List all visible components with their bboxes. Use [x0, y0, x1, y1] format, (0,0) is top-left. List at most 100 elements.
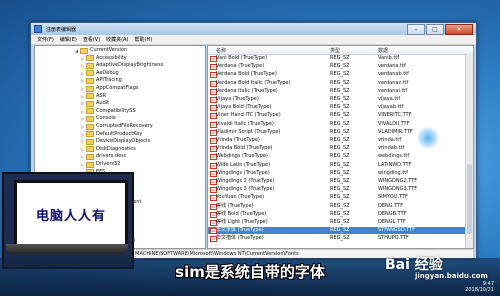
tree-item[interactable]: ▷ AdaptiveDisplayBrightness — [81, 62, 163, 69]
value-row[interactable]: ab Verdana Italic (TrueType) REG_SZ verdana… — [208, 88, 465, 95]
value-data: WINGDNG2.TTF — [378, 178, 418, 184]
folder-icon — [86, 62, 94, 69]
tree-item[interactable]: ▷ AeDebug — [81, 70, 119, 77]
tree-expander-icon[interactable]: ▷ — [81, 146, 85, 153]
tree-item-label: drivers.desc — [96, 153, 127, 160]
tree-expander-icon[interactable]: ▷ — [81, 108, 85, 115]
clock-date: 2018/10/21 — [465, 287, 494, 293]
tree-item[interactable]: ▷ Drivers32 — [81, 161, 120, 168]
value-type: REG_SZ — [330, 202, 350, 209]
folder-icon — [86, 108, 94, 115]
tree-expander-icon[interactable]: ◢ — [75, 47, 79, 54]
value-data: vijaya.ttf — [378, 96, 401, 102]
tree-item[interactable]: ▷ ASR — [81, 93, 106, 100]
watermark-domain: jingyan.baidu.com — [415, 272, 488, 280]
folder-icon — [86, 138, 94, 145]
folder-icon — [86, 161, 94, 168]
tree-expander-icon[interactable]: ▷ — [81, 55, 85, 62]
value-name: Wide Latin (TrueType) — [216, 161, 271, 168]
title-bar[interactable]: 注册表编辑器 – □ × — [31, 23, 476, 35]
minimize-button[interactable]: – — [407, 24, 425, 35]
tree-expander-icon[interactable]: ▷ — [81, 161, 85, 168]
value-row[interactable]: ab YouYuan (TrueType) REG_SZ SIMYOU.TTF — [208, 194, 465, 202]
value-row[interactable]: ab 华文楷体 (TrueType) REG_SZ STHUPO.TTF — [208, 235, 465, 243]
vertical-scrollbar[interactable] — [465, 54, 473, 248]
value-name: Vijaya Bold (TrueType) — [216, 104, 272, 111]
tree-item[interactable]: ▷ drivers.desc — [81, 153, 127, 160]
header-type[interactable]: 类型 — [330, 47, 340, 54]
value-type: REG_SZ — [330, 96, 350, 102]
tree-item[interactable]: ▷ CorruptedFileRecovery — [81, 123, 153, 130]
value-name: Viner Hand ITC (TrueType) — [216, 112, 281, 119]
scrollbar-thumb[interactable] — [467, 164, 472, 234]
value-data: STFANGSO.TTF — [378, 227, 416, 234]
value-row[interactable]: ab 等线 (TrueType) REG_SZ DENG.TTF — [208, 203, 465, 210]
value-row[interactable]: ab Vani Bold (TrueType) REG_SZ Vanib.ttf — [208, 55, 465, 62]
cursor-highlight — [417, 127, 439, 149]
value-data: vijayab.ttf — [378, 104, 404, 111]
maximize-button[interactable]: □ — [426, 24, 444, 35]
value-row[interactable]: ab Verdana Bold Italic (TrueType) REG_SZ ve… — [208, 80, 465, 87]
value-type: REG_SZ — [330, 169, 350, 176]
menu-file[interactable]: 文件(F) — [37, 36, 54, 43]
tree-item[interactable]: ▷ APITracing — [81, 77, 122, 84]
value-row[interactable]: ab Wingdings (TrueType) REG_SZ wingding.ttf — [208, 170, 465, 177]
folder-icon — [86, 100, 94, 107]
tree-expander-icon[interactable]: ▷ — [81, 115, 85, 122]
value-row[interactable]: ab Wide Latin (TrueType) REG_SZ LATINWD.TTF — [208, 162, 465, 169]
tree-item-label: AppCompatFlags — [96, 85, 139, 91]
menu-help[interactable]: 帮助(H) — [135, 36, 153, 43]
value-row[interactable]: ab Verdana Bold (TrueType) REG_SZ verdanab.… — [208, 71, 465, 79]
tree-expander-icon[interactable]: ▷ — [81, 153, 85, 160]
tree-expander-icon[interactable]: ▷ — [81, 100, 85, 107]
value-row[interactable]: ab Wingdings 3 (TrueType) REG_SZ WINGDNG3.T… — [208, 186, 465, 194]
tree-expander-icon[interactable]: ▷ — [81, 138, 85, 145]
close-button[interactable]: × — [445, 24, 473, 35]
tree-item-label: DefaultProductKey — [96, 130, 143, 137]
value-row[interactable]: ab Wingdings 2 (TrueType) REG_SZ WINGDNG2.T… — [208, 178, 465, 185]
tree-item-label: Drivers32 — [96, 161, 121, 167]
value-row[interactable]: ab 华文宋体 (TrueType) REG_SZ STFANGSO.TTF — [208, 227, 465, 235]
value-row[interactable]: ab Verdana (TrueType) REG_SZ verdana.ttf — [208, 63, 465, 71]
tree-item[interactable]: ▷ DeviceDisplayObjects — [81, 138, 150, 145]
tree-expander-icon[interactable]: ▷ — [81, 77, 85, 84]
tree-expander-icon[interactable]: ▷ — [81, 131, 85, 138]
tree-item[interactable]: ▷ AppCompatFlags — [81, 85, 139, 92]
value-name: Vivaldi Italic (TrueType) — [216, 120, 274, 127]
tree-item[interactable]: ◢ CurrentVersion — [75, 47, 127, 54]
value-name: Verdana Bold (TrueType) — [216, 71, 277, 78]
tree-expander-icon[interactable]: ▷ — [81, 85, 85, 92]
tree-item[interactable]: ▷ CompatibilitySS — [81, 108, 136, 115]
tree-expander-icon[interactable]: ▷ — [81, 123, 85, 130]
system-clock[interactable]: 9:47 2018/10/21 — [465, 281, 494, 293]
tree-item[interactable]: ▷ DiskDiagnostics — [81, 146, 136, 153]
value-row[interactable]: ab 等线 Light (TrueType) REG_SZ DENGL.TTF — [208, 219, 465, 226]
value-name: Vrinda Bold (TrueType) — [216, 145, 273, 152]
value-row[interactable]: ab Webdings (TrueType) REG_SZ webdings.ttf — [208, 153, 465, 161]
menu-favorites[interactable]: 收藏夹(A) — [106, 36, 128, 43]
tree-expander-icon[interactable]: ▷ — [81, 70, 85, 77]
value-row[interactable]: ab Vijaya Bold (TrueType) REG_SZ vijayab.tt… — [208, 104, 465, 112]
value-type: REG_SZ — [330, 137, 350, 143]
tree-item[interactable]: ▷ Console — [81, 115, 116, 122]
value-type: REG_SZ — [330, 128, 350, 135]
value-data: vrindab.ttf — [378, 145, 405, 152]
tree-expander-icon[interactable]: ▷ — [81, 62, 85, 69]
value-type: REG_SZ — [330, 219, 350, 225]
header-data[interactable]: 数据 — [378, 47, 388, 54]
value-row[interactable]: ab 等线 Bold (TrueType) REG_SZ DENGB.TTF — [208, 211, 465, 218]
tree-item[interactable]: ▷ Accessibility — [81, 55, 127, 62]
value-name: Verdana (TrueType) — [216, 63, 265, 70]
value-row[interactable]: ab Vijaya (TrueType) REG_SZ vijaya.ttf — [208, 96, 465, 103]
menu-edit[interactable]: 编辑(E) — [60, 36, 77, 43]
tree-item-label: Audit — [96, 100, 110, 107]
value-name: 华文楷体 (TrueType) — [216, 235, 264, 242]
tree-item[interactable]: ▷ Audit — [81, 100, 109, 107]
tree-item[interactable]: ▷ DefaultProductKey — [81, 131, 142, 138]
value-name: Verdana Bold Italic (TrueType) — [216, 79, 291, 86]
value-row[interactable]: ab Viner Hand ITC (TrueType) REG_SZ VINERIT… — [208, 112, 465, 120]
tree-expander-icon[interactable]: ▷ — [81, 93, 85, 100]
menu-view[interactable]: 查看(V) — [83, 36, 100, 43]
value-name: 等线 (TrueType) — [216, 202, 254, 209]
header-name[interactable]: 名称 — [216, 47, 226, 54]
